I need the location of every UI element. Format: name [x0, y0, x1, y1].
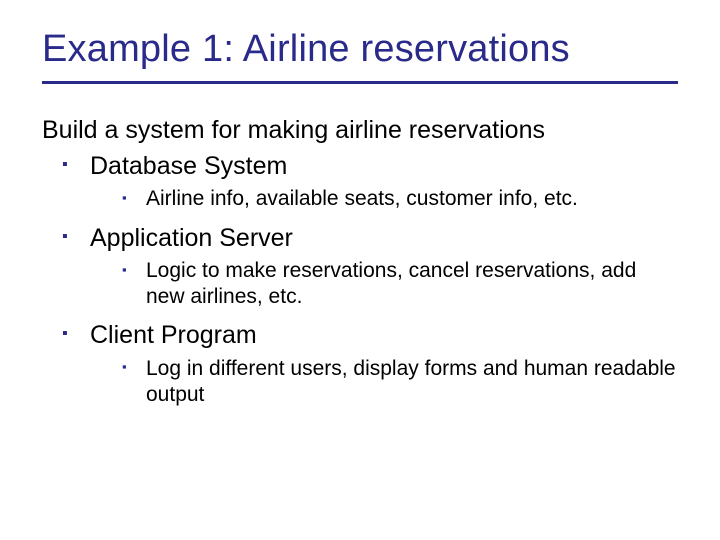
- list-item-label: Client Program: [90, 321, 257, 349]
- list-item: Application Server Logic to make reserva…: [62, 223, 678, 311]
- title-underline: [42, 81, 678, 84]
- list-item-label: Application Server: [90, 224, 293, 252]
- list-item: Client Program Log in different users, d…: [62, 320, 678, 408]
- intro-text: Build a system for making airline reserv…: [42, 116, 678, 145]
- list-item-label: Database System: [90, 152, 287, 180]
- slide: Example 1: Airline reservations Build a …: [0, 0, 720, 540]
- sub-bullet-list: Airline info, available seats, customer …: [90, 186, 678, 212]
- sub-bullet-list: Log in different users, display forms an…: [90, 356, 678, 409]
- bullet-list: Database System Airline info, available …: [42, 151, 678, 408]
- slide-title: Example 1: Airline reservations: [42, 28, 678, 71]
- list-item: Database System Airline info, available …: [62, 151, 678, 213]
- sub-list-item: Logic to make reservations, cancel reser…: [122, 258, 678, 311]
- sub-list-item: Airline info, available seats, customer …: [122, 186, 678, 212]
- sub-bullet-list: Logic to make reservations, cancel reser…: [90, 258, 678, 311]
- sub-list-item: Log in different users, display forms an…: [122, 356, 678, 409]
